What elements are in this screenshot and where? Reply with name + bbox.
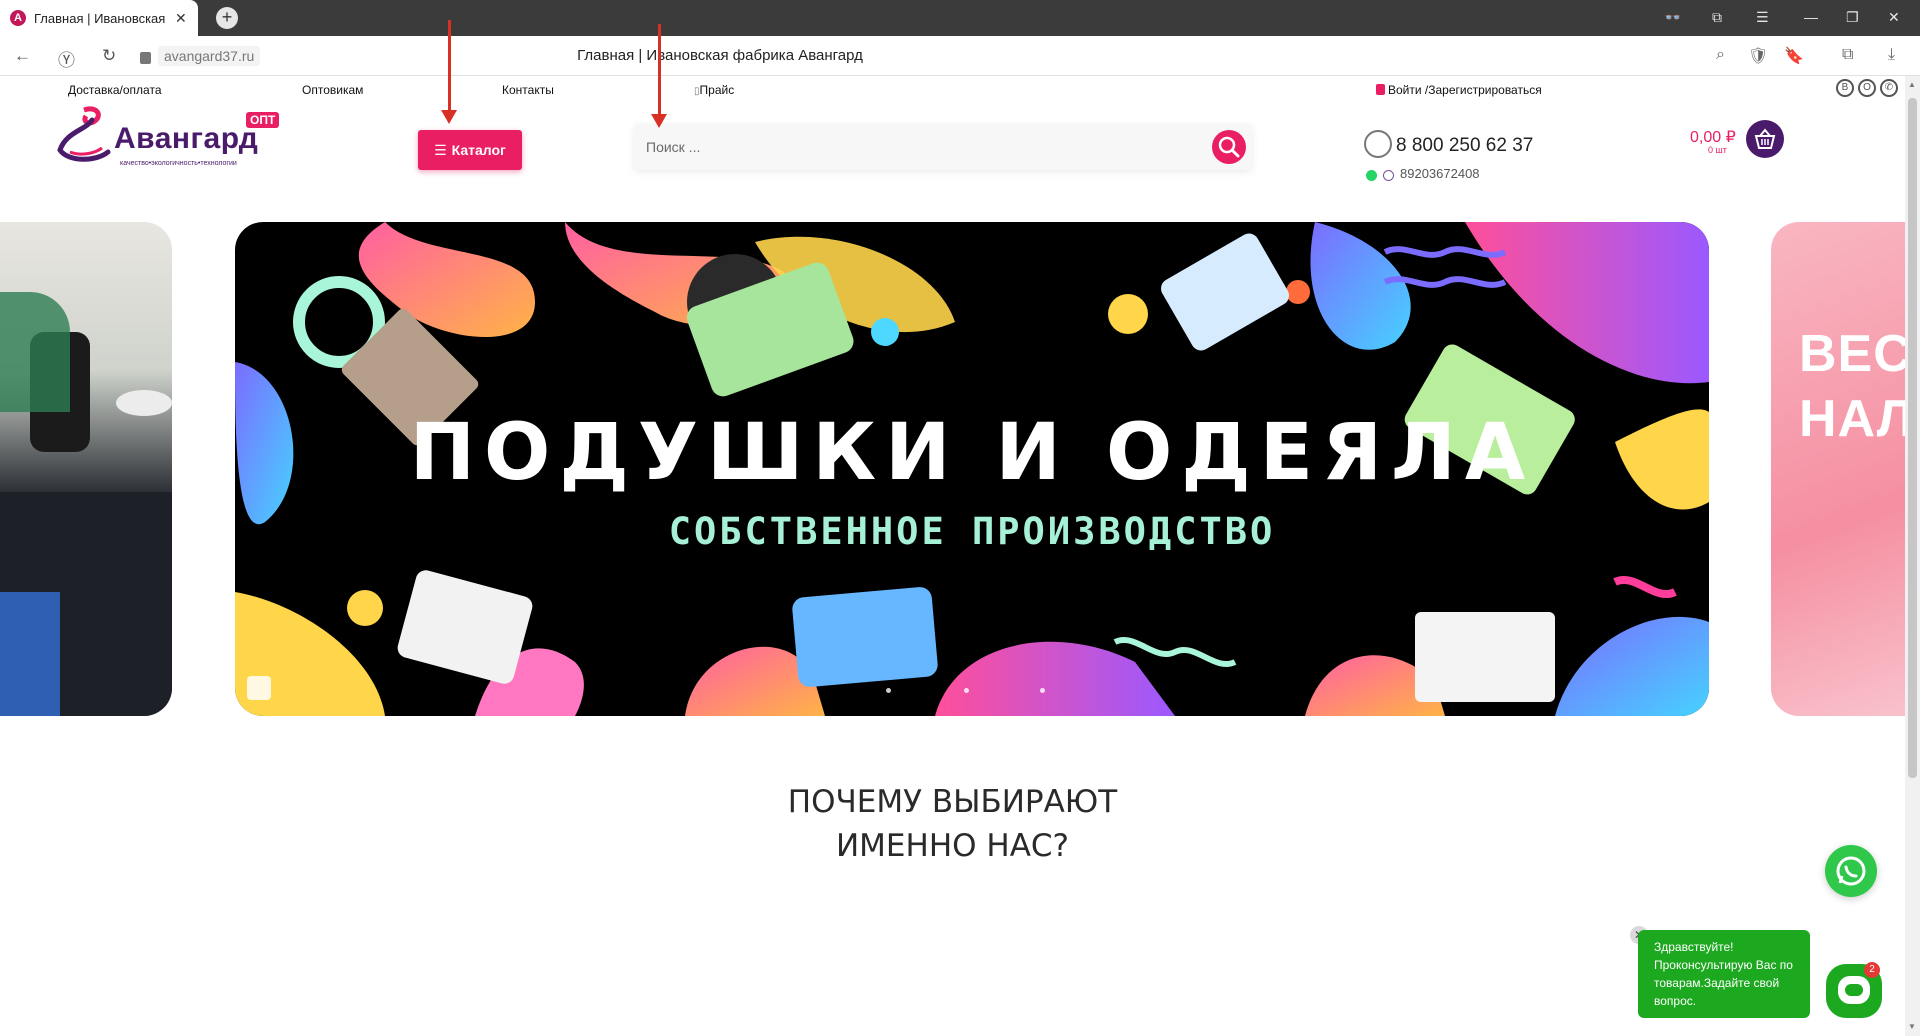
page-scrollbar[interactable]: ▲ ▼ [1905,76,1920,1036]
site-logo[interactable]: Авангард ОПТ качество•экологичность•техн… [56,104,280,174]
catalog-button[interactable]: ☰ Каталог [418,130,522,170]
annotation-arrowhead-catalog [441,110,457,124]
collections-icon[interactable]: ⧉ [1712,9,1722,26]
cart-count: 0 шт [1708,145,1727,155]
address-bar: ← Ⓨ ↻ avangard37.ru Главная | Ивановская… [0,36,1920,76]
new-tab-button[interactable]: + [216,7,238,29]
why-title-line2: ИМЕННО НАС? [835,828,1069,864]
login-register-link[interactable]: Войти /Зарегистрироваться [1376,83,1542,97]
site-favicon-icon: A [10,10,26,26]
slide-previous-plant [0,292,70,412]
nav-wholesale-link[interactable]: Оптовикам [302,83,363,97]
restore-icon[interactable]: ❐ [1846,9,1859,26]
cart-button[interactable] [1746,120,1784,158]
search-button[interactable] [1212,130,1246,164]
slider-dot[interactable] [886,688,891,693]
user-icon [1376,84,1385,95]
viber-small-icon[interactable] [1383,170,1394,181]
search-icon [1218,136,1240,158]
annotation-arrowhead-search [651,114,667,128]
site-search-icon[interactable]: ⌕ [1716,46,1725,64]
annotation-arrow-search [658,24,661,120]
slider-dot[interactable] [964,688,969,693]
nav-delivery-link[interactable]: Доставка/оплата [68,83,162,97]
banner-subheadline: СОБСТВЕННОЕ ПРОИЗВОДСТВО [668,510,1276,553]
slide-previous-lamp [116,390,172,416]
whatsapp-button[interactable] [1825,845,1877,897]
chat-unread-badge: 2 [1864,962,1880,978]
scrollbar-thumb[interactable] [1908,98,1917,778]
phone-icon [1364,130,1392,158]
search-bar [634,124,1252,170]
logo-opt-badge: ОПТ [246,112,280,128]
why-title-line1: ПОЧЕМУ ВЫБИРАЮТ [787,784,1118,820]
slide-main-banner[interactable]: ПОДУШКИ И ОДЕЯЛА СОБСТВЕННОЕ ПРОИЗВОДСТВ… [235,222,1709,716]
section-title-why-us: ПОЧЕМУ ВЫБИРАЮТ ИМЕННО НАС? [0,780,1905,868]
list-icon: ☰ [434,141,447,158]
whatsapp-small-icon[interactable] [1366,170,1377,181]
browser-menu-icon[interactable]: ☰ [1756,9,1769,26]
download-icon[interactable]: ⤓ [1888,46,1895,64]
tab-title: Главная | Ивановская ф [34,10,169,26]
ok-icon[interactable]: О [1858,79,1876,97]
chat-greeting-bubble[interactable]: Здравствуйте! Проконсультирую Вас по тов… [1638,930,1810,1018]
cart-total[interactable]: 0,00 ₽ [1690,127,1736,147]
slider-dot[interactable] [1040,688,1045,693]
vk-icon[interactable]: В [1836,79,1854,97]
reading-mode-icon[interactable]: 👓 [1664,9,1681,26]
bookmark-icon[interactable]: 🔖 [1784,46,1804,66]
login-label: Войти /Зарегистрироваться [1388,83,1542,97]
slide-bookmark-icon[interactable] [247,676,271,700]
page-title: Главная | Ивановская фабрика Авангард [577,47,863,64]
browser-tab[interactable]: A Главная | Ивановская ф ✕ [0,0,198,36]
browser-tab-bar: A Главная | Ивановская ф ✕ + 👓 ⧉ ☰ — ❐ ✕ [0,0,1920,36]
scroll-down-icon[interactable]: ▼ [1908,1022,1916,1031]
tab-close-icon[interactable]: ✕ [175,10,187,27]
scroll-up-icon[interactable]: ▲ [1908,80,1916,89]
phone-main-number[interactable]: 8 800 250 62 37 [1396,135,1533,157]
viber-social-icon[interactable]: ✆ [1880,79,1898,97]
nav-price-label: Прайс [699,83,735,97]
catalog-label: Каталог [451,142,506,158]
slide-previous-chair [0,592,60,716]
protect-icon[interactable]: 🛡 [1748,46,1768,66]
minimize-icon[interactable]: — [1804,9,1818,25]
logo-tagline: качество•экологичность•технологии [120,160,237,167]
slide-next-text: ВЕС НАЛ [1799,325,1915,448]
logo-name: Авангард [114,122,259,155]
window-close-icon[interactable]: ✕ [1888,9,1900,26]
phone-messenger-number[interactable]: 89203672408 [1400,166,1480,181]
basket-icon [1754,128,1776,149]
whatsapp-icon [1836,856,1866,886]
extensions-icon[interactable]: ⧉ [1842,46,1853,64]
nav-price-link[interactable]: ▯Прайс [694,83,734,97]
search-input[interactable] [646,136,1166,158]
swan-logo-icon [57,106,111,162]
annotation-arrow-catalog [448,20,451,118]
nav-contacts-link[interactable]: Контакты [502,83,554,97]
slide-next[interactable]: ВЕС НАЛ [1771,222,1920,716]
slide-previous[interactable] [0,222,172,716]
banner-headline: ПОДУШКИ И ОДЕЯЛА [409,408,1535,498]
